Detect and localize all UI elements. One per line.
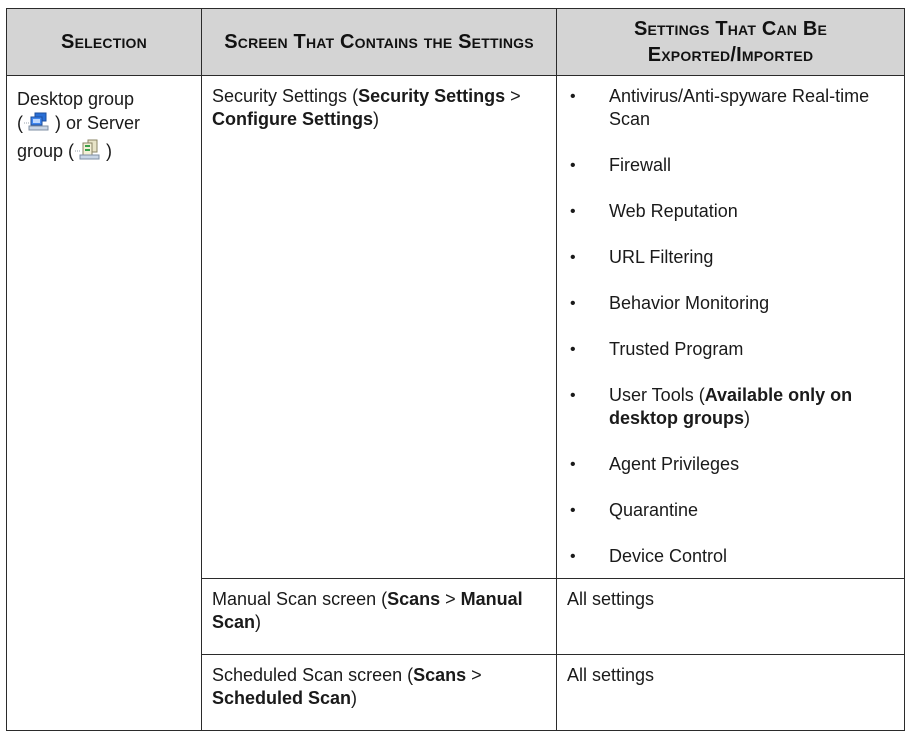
or-server-label: ) or Server: [55, 113, 141, 133]
list-item: • Trusted Program: [567, 338, 894, 361]
menu-path-part: Scheduled Scan: [212, 688, 352, 708]
bullet: •: [570, 249, 576, 266]
screen-name: Scheduled Scan screen (: [212, 665, 414, 685]
setting-label: Quarantine: [609, 500, 699, 520]
header-row: Selection Screen That Contains the Setti…: [6, 8, 905, 76]
setting-label: Trusted Program: [609, 339, 744, 359]
settings-list: • Antivirus/Anti-spyware Real-time Scan •…: [567, 85, 894, 568]
bullet: •: [570, 157, 576, 174]
list-item: • Quarantine: [567, 499, 894, 522]
header-screen: Screen That Contains the Settings: [201, 8, 557, 76]
menu-path-part: Configure Settings: [212, 109, 373, 129]
bullet: •: [570, 203, 576, 220]
bullet: •: [570, 295, 576, 312]
bullet: •: [570, 88, 576, 105]
close-paren: ): [106, 141, 113, 161]
desktop-group-icon: [24, 111, 54, 139]
menu-path-part: Security Settings: [358, 86, 506, 106]
settings-cell: All settings: [556, 654, 905, 731]
setting-label: Agent Privileges: [609, 454, 740, 474]
header-settings: Settings That Can Be Exported/Imported: [556, 8, 905, 76]
screen-cell: Security Settings (Security Settings > C…: [201, 75, 557, 579]
close-paren: ): [373, 109, 379, 129]
setting-label: Behavior Monitoring: [609, 293, 770, 313]
menu-path-part: Scans: [413, 665, 467, 685]
screen-name: Security Settings (: [212, 86, 359, 106]
setting-label: Web Reputation: [609, 201, 738, 221]
close-paren: ): [351, 688, 358, 708]
menu-path-part: Scans: [387, 589, 441, 609]
bullet: •: [570, 387, 576, 404]
list-item: • Antivirus/Anti-spyware Real-time Scan: [567, 85, 894, 131]
settings-cell: • Antivirus/Anti-spyware Real-time Scan •…: [556, 75, 905, 579]
close-paren: ): [255, 612, 262, 632]
header-selection: Selection: [6, 8, 202, 76]
screen-cell: Scheduled Scan screen (Scans > Scheduled…: [201, 654, 557, 731]
path-separator: >: [466, 665, 482, 685]
list-item: • Web Reputation: [567, 200, 894, 223]
screen-cell: Manual Scan screen (Scans > Manual Scan): [201, 578, 557, 655]
setting-label: Antivirus/Anti-spyware Real-time Scan: [609, 86, 870, 129]
bullet: •: [570, 341, 576, 358]
screen-name: Manual Scan screen (: [212, 589, 388, 609]
selection-cell: Desktop group ( ) or Server group (): [6, 75, 202, 731]
setting-label: User Tools (: [609, 385, 705, 405]
desktop-group-label: Desktop group: [17, 89, 135, 109]
setting-label: Firewall: [609, 155, 672, 175]
server-group-icon: [75, 139, 105, 167]
list-item: • Agent Privileges: [567, 453, 894, 476]
setting-label: Device Control: [609, 546, 728, 566]
list-item: • Device Control: [567, 545, 894, 568]
list-item: • URL Filtering: [567, 246, 894, 269]
server-group-label: group (: [17, 141, 75, 161]
bullet: •: [570, 502, 576, 519]
bullet: •: [570, 456, 576, 473]
path-separator: >: [440, 589, 461, 609]
setting-label: URL Filtering: [609, 247, 714, 267]
list-item: • Behavior Monitoring: [567, 292, 894, 315]
bullet: •: [570, 548, 576, 565]
table-row: Desktop group ( ) or Server group () Se…: [6, 75, 905, 731]
close-paren: ): [744, 408, 751, 428]
settings-cell: All settings: [556, 578, 905, 655]
path-separator: >: [505, 86, 521, 106]
list-item: • User Tools (Available only on desktop g…: [567, 384, 894, 430]
settings-table: Selection Screen That Contains the Setti…: [6, 8, 905, 731]
list-item: • Firewall: [567, 154, 894, 177]
